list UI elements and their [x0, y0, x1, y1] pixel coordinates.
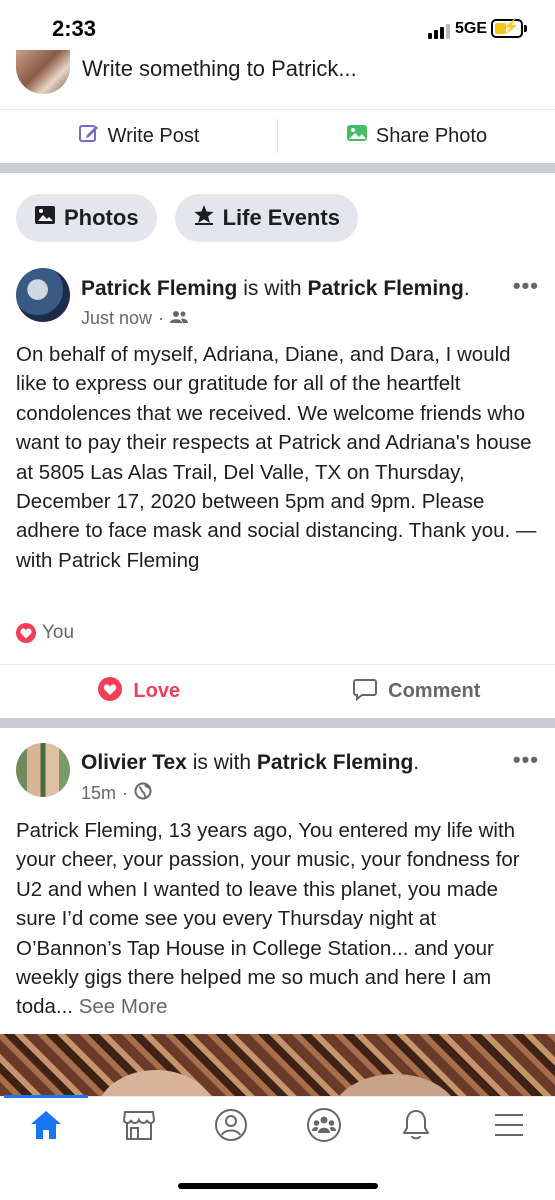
post-header: Olivier Tex is with Patrick Fleming.	[81, 751, 420, 774]
write-post-button[interactable]: Write Post	[0, 110, 277, 162]
nav-menu[interactable]	[463, 1107, 555, 1147]
post-timestamp[interactable]: Just now	[81, 308, 152, 329]
share-photo-button[interactable]: Share Photo	[278, 110, 555, 162]
post-photo[interactable]	[0, 1034, 555, 1096]
globe-icon	[134, 782, 152, 805]
post-timestamp[interactable]: 15m	[81, 783, 116, 804]
post-body: On behalf of myself, Adriana, Diane, and…	[16, 343, 537, 572]
active-tab-indicator	[4, 1095, 88, 1098]
write-post-label: Write Post	[107, 124, 200, 147]
photo-icon	[346, 122, 368, 150]
post-author[interactable]: Olivier Tex	[81, 751, 187, 774]
marketplace-icon	[122, 1109, 156, 1146]
post-meta: Just now ·	[81, 308, 189, 329]
photos-chip[interactable]: Photos	[16, 194, 157, 242]
more-options-icon[interactable]: •••	[513, 273, 539, 299]
love-button[interactable]: Love	[0, 665, 278, 718]
avatar[interactable]	[16, 743, 70, 797]
share-photo-label: Share Photo	[375, 124, 488, 147]
reactions-summary[interactable]: You	[16, 622, 74, 644]
star-flag-icon	[193, 204, 215, 232]
section-separator	[0, 163, 555, 173]
profile-icon	[214, 1108, 248, 1147]
love-icon	[97, 676, 123, 708]
home-icon	[29, 1109, 63, 1146]
nav-marketplace[interactable]	[93, 1107, 186, 1147]
nav-profile[interactable]	[185, 1107, 278, 1147]
composer-actions: Write Post Share Photo	[0, 109, 555, 162]
nav-groups[interactable]	[278, 1107, 371, 1147]
battery-tip	[524, 25, 527, 32]
composer[interactable]: Write something to Patrick...	[0, 48, 555, 108]
post-body: Patrick Fleming, 13 years ago, You enter…	[16, 816, 541, 1022]
post-tagged-user[interactable]: Patrick Fleming	[257, 751, 413, 774]
avatar[interactable]	[16, 50, 70, 94]
friends-icon	[170, 308, 189, 329]
photos-icon	[34, 204, 56, 232]
network-type: 5GE	[455, 20, 488, 37]
post-with-text: is with	[243, 277, 302, 300]
post-header: Patrick Fleming is with Patrick Fleming.	[81, 277, 470, 300]
reaction-text: You	[42, 622, 75, 643]
notifications-icon	[401, 1108, 431, 1147]
nav-notifications[interactable]	[370, 1107, 463, 1147]
section-separator	[0, 718, 555, 728]
love-label: Love	[133, 680, 181, 702]
home-indicator[interactable]	[178, 1183, 378, 1189]
comment-label: Comment	[388, 680, 481, 702]
pencil-icon	[78, 122, 100, 150]
avatar[interactable]	[16, 268, 70, 322]
battery-icon: ⚡	[491, 18, 523, 38]
life-events-chip-label: Life Events	[222, 205, 340, 230]
comment-icon	[352, 676, 378, 708]
post-meta: 15m ·	[81, 782, 152, 805]
love-reaction-icon	[16, 623, 36, 643]
post-author[interactable]: Patrick Fleming	[81, 277, 237, 300]
post-body-text: Patrick Fleming, 13 years ago, You enter…	[16, 819, 520, 1019]
profile-chips: Photos Life Events	[16, 194, 358, 242]
cellular-signal-icon	[428, 24, 450, 39]
groups-icon	[306, 1107, 342, 1148]
comment-button[interactable]: Comment	[278, 665, 555, 718]
more-options-icon[interactable]: •••	[513, 747, 539, 773]
photos-chip-label: Photos	[64, 205, 139, 230]
nav-home[interactable]	[0, 1107, 93, 1147]
post-tagged-user[interactable]: Patrick Fleming	[307, 277, 463, 300]
post-actions: Love Comment	[0, 664, 555, 718]
life-events-chip[interactable]: Life Events	[174, 194, 358, 242]
post-with-text: is with	[192, 751, 252, 774]
composer-prompt[interactable]: Write something to Patrick...	[82, 56, 357, 82]
see-more-link[interactable]: See More	[79, 995, 168, 1018]
status-time: 2:33	[52, 16, 97, 41]
menu-icon	[493, 1111, 525, 1144]
